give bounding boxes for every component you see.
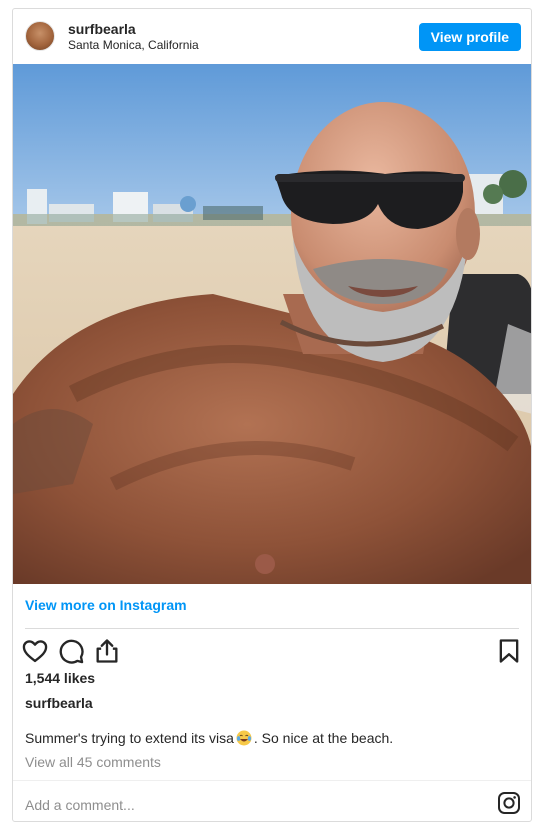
comment-bubble-icon[interactable] bbox=[57, 637, 85, 665]
action-bar bbox=[21, 637, 523, 665]
post-header: surfbearla Santa Monica, California View… bbox=[13, 9, 531, 64]
beach-photo-image bbox=[13, 64, 531, 584]
avatar[interactable] bbox=[25, 21, 55, 51]
caption: Summer's trying to extend its visa . So … bbox=[25, 730, 393, 746]
caption-username[interactable]: surfbearla bbox=[25, 695, 93, 711]
likes-count[interactable]: 1,544 likes bbox=[25, 670, 95, 686]
user-block: surfbearla Santa Monica, California bbox=[68, 21, 199, 53]
caption-text-end: . So nice at the beach. bbox=[253, 730, 394, 746]
username[interactable]: surfbearla bbox=[68, 21, 199, 37]
caption-text: Summer's trying to extend its visa bbox=[25, 730, 234, 746]
location[interactable]: Santa Monica, California bbox=[68, 37, 199, 53]
divider bbox=[25, 628, 519, 629]
divider bbox=[13, 780, 531, 781]
view-profile-button[interactable]: View profile bbox=[418, 23, 521, 51]
post-photo[interactable] bbox=[13, 64, 531, 584]
add-comment-input[interactable]: Add a comment... bbox=[25, 797, 135, 813]
bookmark-icon[interactable] bbox=[495, 637, 523, 665]
heart-icon[interactable] bbox=[21, 637, 49, 665]
view-more-on-instagram-link[interactable]: View more on Instagram bbox=[25, 597, 187, 613]
view-all-comments-link[interactable]: View all 45 comments bbox=[25, 754, 161, 770]
instagram-embed-card: surfbearla Santa Monica, California View… bbox=[12, 8, 532, 822]
instagram-logo-icon[interactable] bbox=[497, 791, 521, 815]
laughing-crying-emoji bbox=[236, 730, 252, 746]
share-icon[interactable] bbox=[93, 637, 121, 665]
